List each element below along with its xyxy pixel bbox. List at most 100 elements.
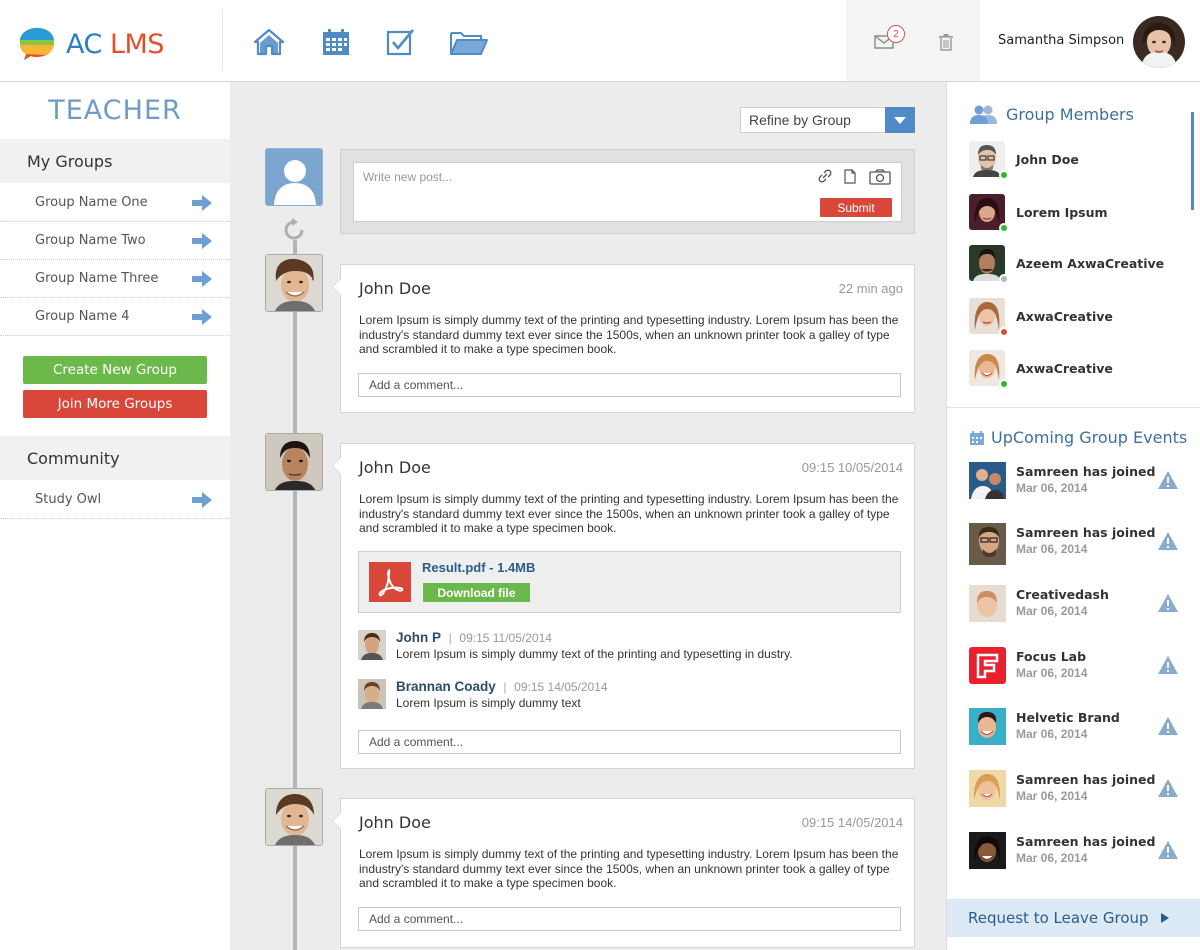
nav-files[interactable] [449,25,489,59]
group-item-3[interactable]: Group Name Three [0,260,230,298]
comment-input[interactable]: Add a comment... [358,730,901,754]
group-item-2[interactable]: Group Name Two [0,222,230,260]
home-icon [253,28,285,56]
events-heading: UpComing Group Events [969,428,1187,447]
app-logo[interactable]: AC LMS [18,24,208,64]
users-icon [970,105,997,124]
event-date: Mar 06, 2014 [1016,851,1088,865]
user-name[interactable]: Samantha Simpson [998,33,1124,48]
post-author-avatar[interactable] [265,254,323,312]
group-members-title: Group Members [1006,104,1134,124]
event-avatar [969,770,1006,807]
post-author-avatar[interactable] [265,433,323,491]
post-body: Lorem Ipsum is simply dummy text of the … [359,492,899,535]
link-icon[interactable] [818,169,832,183]
group-members-heading: Group Members [970,104,1134,124]
reply-author[interactable]: Brannan Coady [396,679,496,694]
online-status-dot [999,170,1009,180]
reply-avatar[interactable] [358,630,386,660]
logo-text-ac: AC [66,28,102,60]
member-avatar [969,194,1009,233]
join-groups-button[interactable]: Join More Groups [23,390,207,418]
download-file-button[interactable]: Download file [423,583,530,602]
nav-calendar[interactable] [320,25,352,59]
pdf-icon [369,562,411,602]
warning-icon[interactable] [1157,531,1179,551]
comment-input[interactable]: Add a comment... [358,373,901,397]
warning-icon[interactable] [1157,470,1179,490]
member-avatar [969,350,1009,389]
member-name: Azeem AxwaCreative [1016,255,1165,271]
event-item[interactable]: Focus Lab Mar 06, 2014 [969,647,1179,687]
events-title: UpComing Group Events [991,428,1188,447]
document-icon[interactable] [844,169,856,184]
create-group-button[interactable]: Create New Group [23,356,207,384]
dropdown-arrow[interactable] [885,107,915,133]
group-item-1[interactable]: Group Name One [0,184,230,222]
reply-avatar[interactable] [358,679,386,709]
member-item[interactable]: John Doe [969,139,1079,180]
warning-icon[interactable] [1157,655,1179,675]
request-leave-group-button[interactable]: Request to Leave Group [947,899,1200,937]
group-item-label: Group Name Three [35,271,159,286]
community-item-1[interactable]: Study Owl [0,481,230,519]
warning-icon[interactable] [1157,840,1179,860]
compose-placeholder[interactable]: Write new post... [363,170,452,184]
calendar-icon [323,29,349,55]
logo-text-lms: LMS [109,28,164,60]
reply-author[interactable]: John P [396,630,441,645]
post-time: 09:15 10/05/2014 [801,460,903,475]
group-item-label: Group Name 4 [35,309,130,324]
warning-icon[interactable] [1157,593,1179,613]
event-name: Samreen has joined [1016,834,1156,849]
submit-post-button[interactable]: Submit [820,198,892,217]
header-divider [222,10,223,70]
community-item-label: Study Owl [35,492,102,507]
arrow-right-icon [192,271,212,287]
member-item[interactable]: Azeem AxwaCreative [969,243,1165,284]
compose-input-box[interactable]: Write new post... Submit [353,162,902,222]
group-item-label: Group Name Two [35,233,146,248]
warning-icon[interactable] [1157,716,1179,736]
attachment-filename[interactable]: Result.pdf - 1.4MB [422,560,535,575]
member-name: Lorem Ipsum [1016,204,1108,220]
member-item[interactable]: Lorem Ipsum [969,192,1108,233]
event-name: Helvetic Brand [1016,710,1120,725]
event-item[interactable]: Samreen has joined Mar 06, 2014 [969,462,1179,502]
trash-button[interactable] [938,33,954,56]
event-item[interactable]: Samreen has joined Mar 06, 2014 [969,770,1179,810]
reply-time: 09:15 14/05/2014 [514,680,608,694]
group-item-4[interactable]: Group Name 4 [0,298,230,336]
member-item[interactable]: AxwaCreative [969,348,1113,389]
post-author-name[interactable]: John Doe [359,458,431,477]
nav-tasks[interactable] [384,25,416,59]
refine-group-select[interactable]: Refine by Group [740,107,915,133]
event-item[interactable]: Samreen has joined Mar 06, 2014 [969,832,1179,872]
event-item[interactable]: Samreen has joined Mar 06, 2014 [969,523,1179,565]
refresh-icon[interactable] [282,218,306,247]
offline-status-dot [999,274,1009,284]
chevron-down-icon [894,116,906,124]
post-author-name[interactable]: John Doe [359,279,431,298]
event-avatar [969,708,1006,745]
post-card: John Doe 09:15 14/05/2014 Lorem Ipsum is… [332,798,915,948]
camera-icon[interactable] [869,169,891,185]
event-item[interactable]: Creativedash Mar 06, 2014 [969,585,1179,625]
online-status-dot [999,223,1009,233]
post-author-avatar[interactable] [265,788,323,846]
comment-input[interactable]: Add a comment... [358,907,901,931]
caret-right-icon [1160,913,1169,923]
member-name: AxwaCreative [1016,360,1113,376]
arrow-right-icon [192,492,212,508]
post-author-name[interactable]: John Doe [359,813,431,832]
warning-icon[interactable] [1157,778,1179,798]
post-card: John Doe 09:15 10/05/2014 Lorem Ipsum is… [332,443,915,769]
event-avatar [969,832,1006,869]
user-avatar[interactable] [1133,16,1185,68]
nav-home[interactable] [252,25,286,59]
event-item[interactable]: Helvetic Brand Mar 06, 2014 [969,708,1179,748]
member-item[interactable]: AxwaCreative [969,296,1113,337]
role-title: TEACHER [48,95,182,126]
scrollbar-thumb[interactable] [1191,112,1194,210]
reply-item: John P | 09:15 11/05/2014 Lorem Ipsum is… [358,630,898,662]
